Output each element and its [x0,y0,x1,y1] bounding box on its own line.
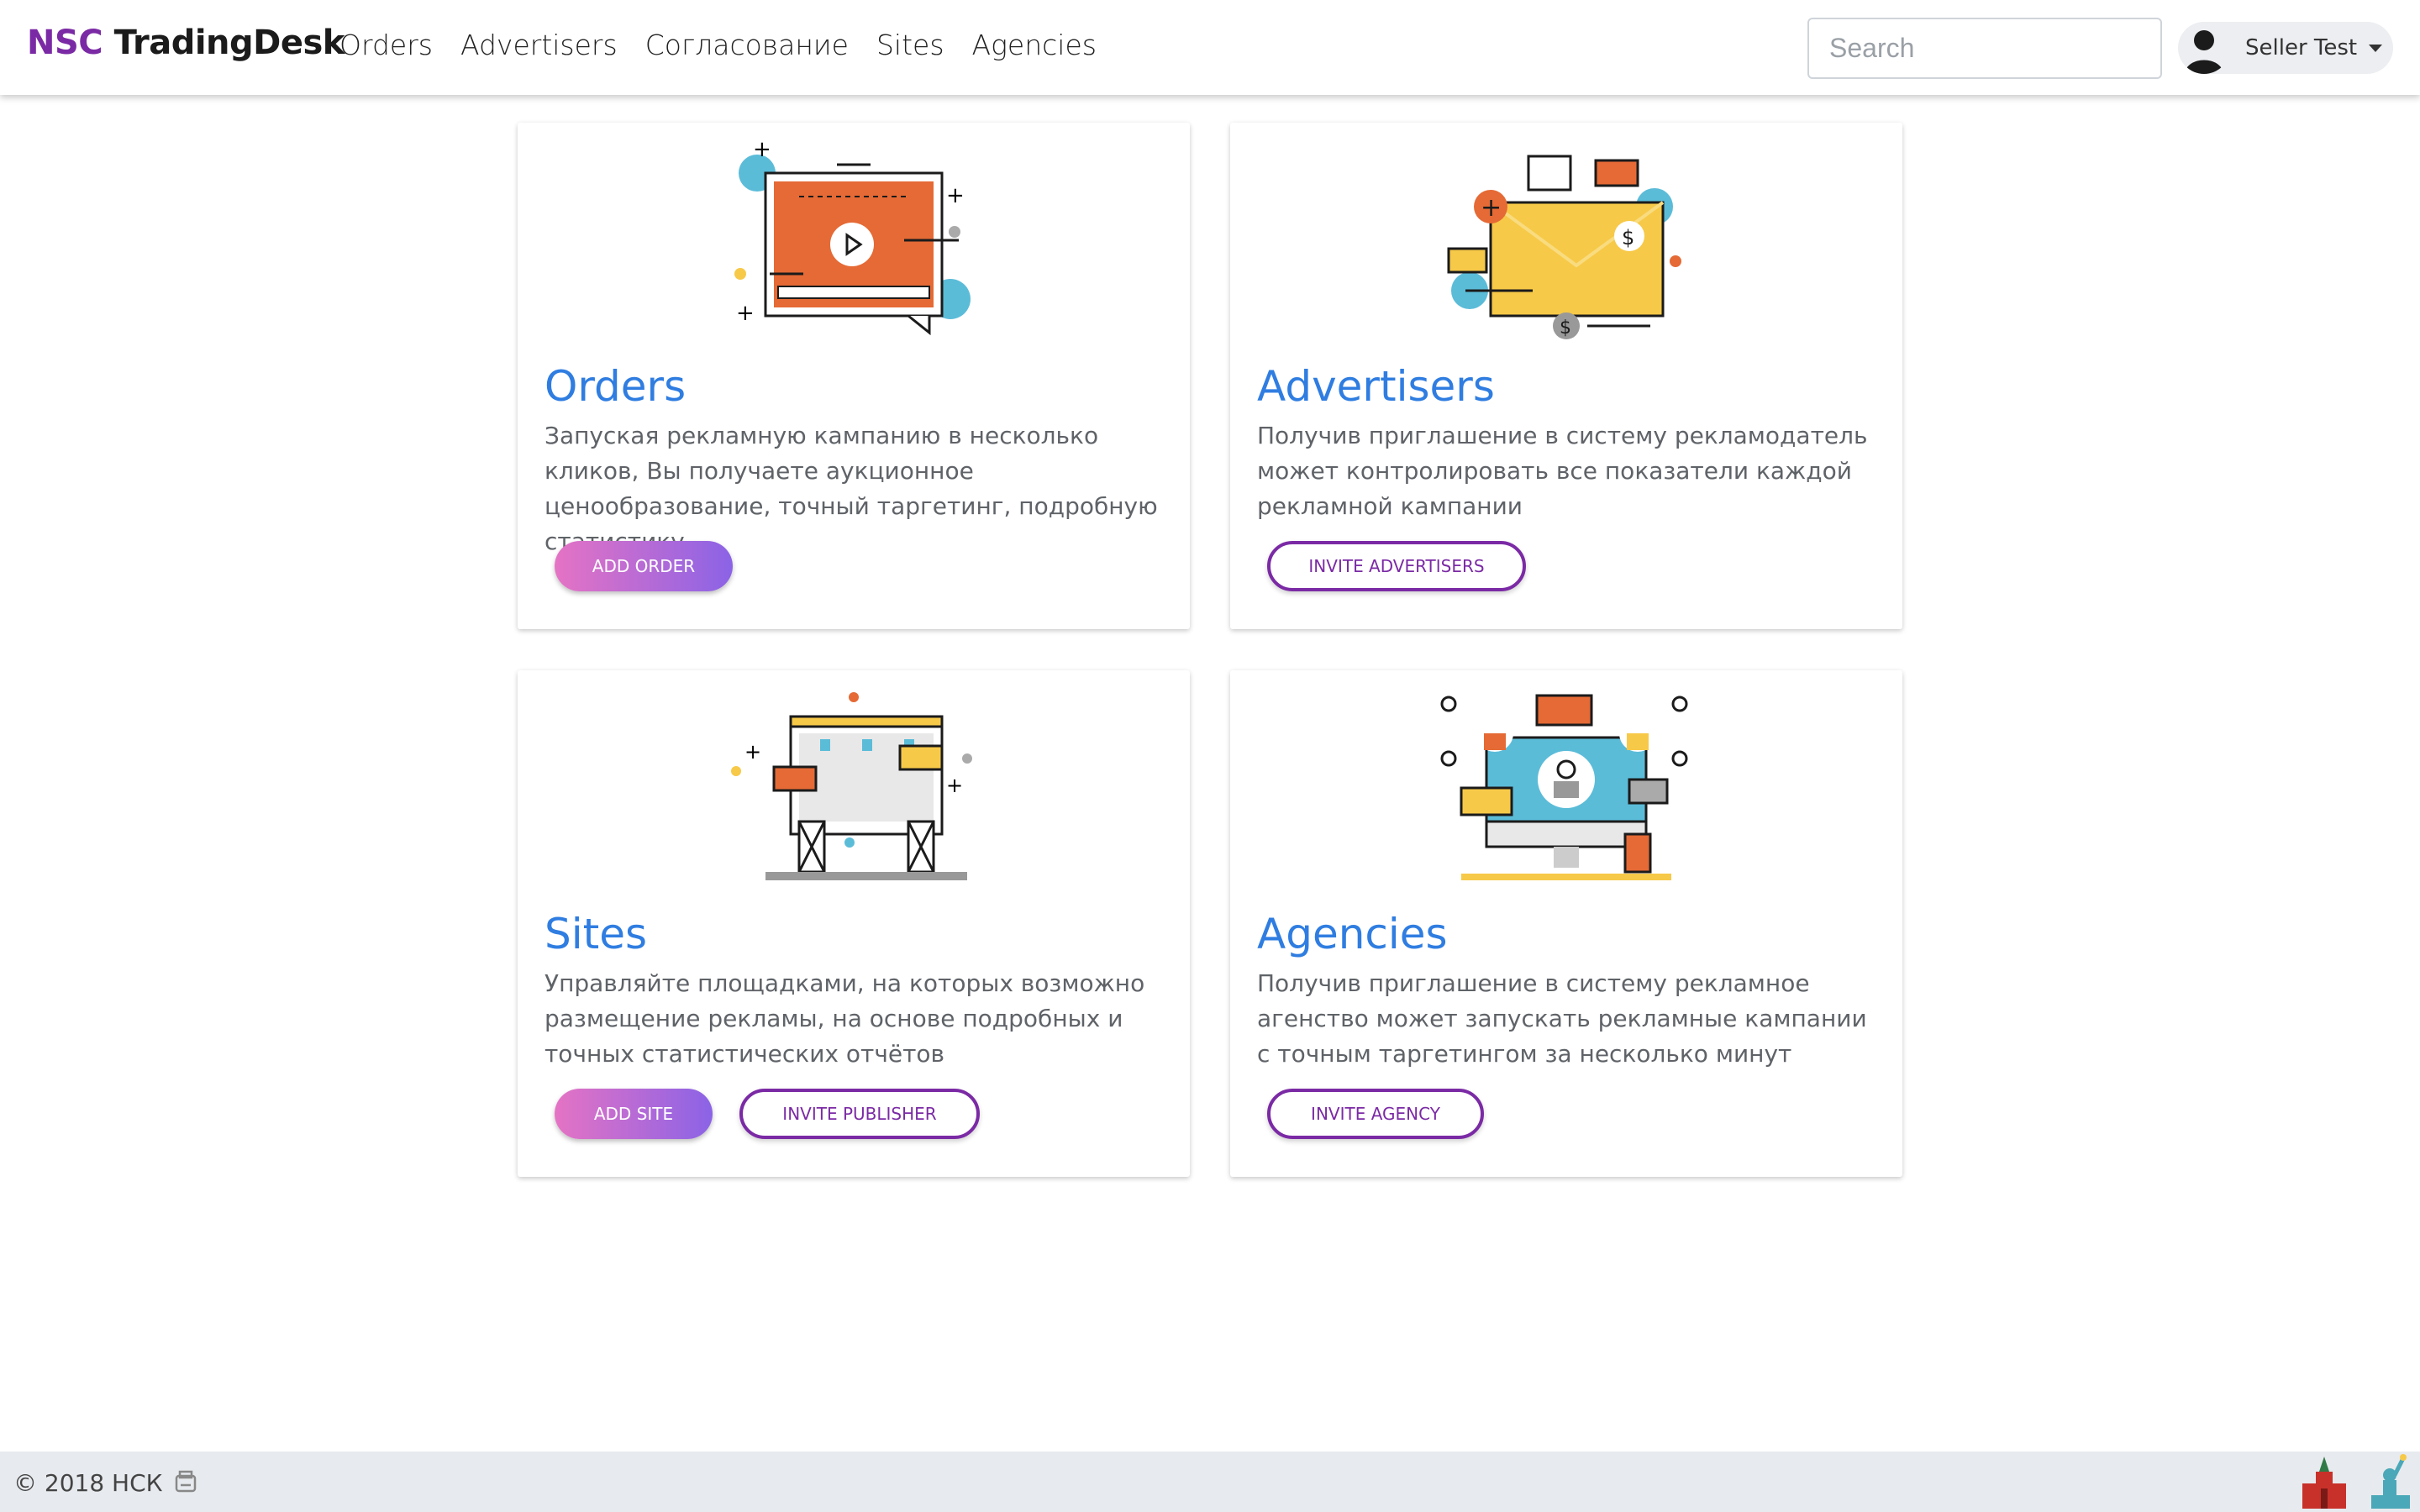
card-title: Advertisers [1257,362,1495,411]
nav-orders[interactable]: Orders [339,29,433,61]
card-description: Запуская рекламную кампанию в несколько … [544,422,1158,555]
billboard-illustration-icon: + + [731,692,972,880]
statue-of-liberty-icon[interactable] [2363,1453,2417,1510]
svg-text:+: + [946,774,963,797]
video-ad-illustration-icon: + + + [734,137,971,336]
card-orders: + + + Orders Запуская рекламную кампанию… [518,123,1190,629]
user-silhouette-icon [2185,30,2223,74]
copyright: © 2018 НСК [13,1468,200,1497]
card-title: Orders [544,362,687,411]
brand-logo[interactable]: NSC TradingDesk [27,24,345,62]
avatar [2178,22,2230,74]
user-menu[interactable]: Seller Test [2178,22,2393,74]
add-order-button[interactable]: ADD ORDER [555,541,733,591]
invite-agency-button[interactable]: INVITE AGENCY [1267,1089,1484,1139]
card-description: Управляйте площадками, на которых возмож… [544,969,1145,1068]
svg-text:$: $ [1560,318,1571,339]
card-agencies: Agencies Получив приглашение в систему р… [1230,670,1902,1177]
svg-text:+: + [753,137,771,162]
search-input[interactable] [1807,18,2162,79]
invite-advertisers-button[interactable]: INVITE ADVERTISERS [1267,541,1526,591]
agency-network-illustration-icon [1440,694,1688,880]
top-navbar: NSC TradingDesk Orders Advertisers Согла… [0,0,2420,95]
kremlin-tower-icon[interactable] [2297,1455,2351,1510]
nav-agencies[interactable]: Agencies [972,29,1097,61]
svg-text:+: + [736,301,755,326]
svg-text:+: + [744,740,761,764]
invite-publisher-button[interactable]: INVITE PUBLISHER [739,1089,980,1139]
nav-sites[interactable]: Sites [876,29,944,61]
card-sites: + + Sites Управляйте площадками, на кото… [518,670,1190,1177]
svg-text:+: + [946,183,965,208]
card-title: Agencies [1257,910,1448,958]
card-description: Получив приглашение в систему рекламодат… [1257,422,1868,520]
footer: © 2018 НСК [0,1452,2420,1512]
card-description: Получив приглашение в систему рекламное … [1257,969,1867,1068]
nav-links: Orders Advertisers Согласование Sites Ag… [339,29,1124,61]
svg-text:$: $ [1622,226,1634,249]
copyright-text: © 2018 НСК [13,1468,163,1497]
brand-prefix: NSC [27,24,103,62]
card-title: Sites [544,910,648,958]
chevron-down-icon [2369,44,2383,52]
printer-icon[interactable] [171,1468,200,1497]
user-name: Seller Test [2245,35,2358,60]
nav-approval[interactable]: Согласование [645,29,849,61]
add-site-button[interactable]: ADD SITE [555,1089,713,1139]
svg-text:+: + [1481,193,1502,223]
card-advertisers: + $ $ Advertisers Получив приглашение в … [1230,123,1902,629]
nav-advertisers[interactable]: Advertisers [460,29,618,61]
brand-name: TradingDesk [113,24,345,62]
advertiser-envelope-illustration-icon: + $ $ [1447,155,1681,339]
